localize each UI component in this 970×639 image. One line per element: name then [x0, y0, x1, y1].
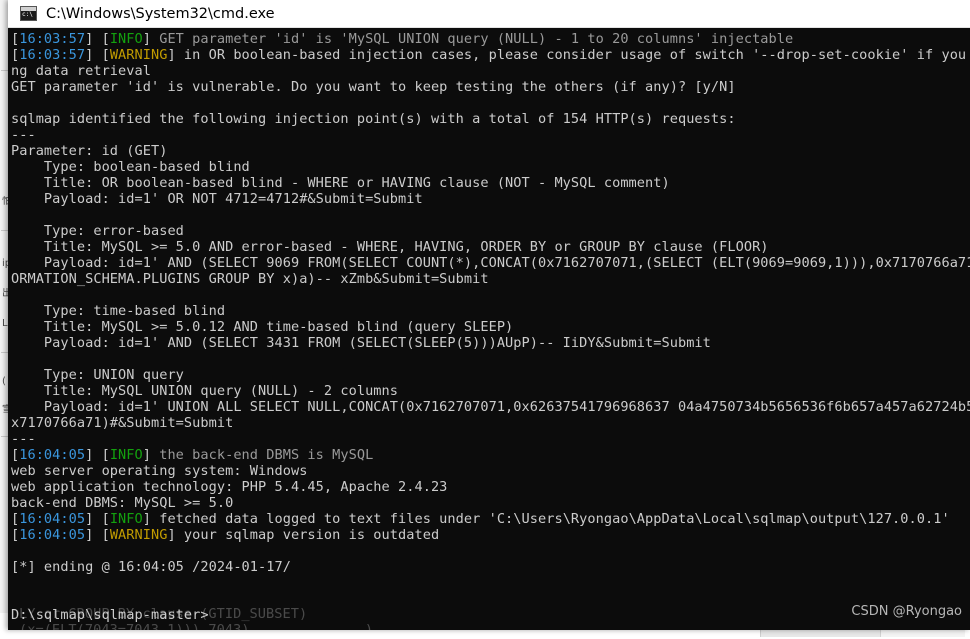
- ghost-line: (x=(ELT(7043=7043,1))),7043),.., . . . .…: [19, 622, 374, 630]
- console-span: x7170766a71)#&Submit=Submit: [11, 415, 234, 431]
- console-line: Type: time-based blind: [11, 303, 970, 319]
- console-line: [16:04:05] [WARNING] your sqlmap version…: [11, 527, 970, 543]
- console-span: 16:03:57: [19, 47, 86, 63]
- console-span: web application technology: PHP 5.4.45, …: [11, 479, 448, 495]
- ghost-line: LY or GROUP BY clause (GTID_SUBSET): [19, 606, 308, 622]
- console-span: INFO: [109, 447, 143, 463]
- console-span: Type: error-based: [11, 223, 184, 239]
- ghost-underlying-text: LY or GROUP BY clause (GTID_SUBSET) (x=(E…: [19, 606, 759, 630]
- console-line: Payload: id=1' AND (SELECT 3431 FROM (SE…: [11, 335, 970, 351]
- console-span: ] [: [85, 511, 110, 527]
- console-span: the back-end DBMS is MySQL: [159, 447, 374, 463]
- console-line: Title: MySQL >= 5.0 AND error-based - WH…: [11, 239, 970, 255]
- command-prompt-window[interactable]: C:\Windows\System32\cmd.exe [16:03:57] […: [8, 0, 970, 630]
- console-span: ] in OR boolean-based injection cases, p…: [167, 47, 970, 63]
- console-line: Payload: id=1' OR NOT 4712=4712#&Submit=…: [11, 191, 970, 207]
- console-span: [: [11, 47, 20, 63]
- title-bar[interactable]: C:\Windows\System32\cmd.exe: [8, 0, 970, 28]
- console-line: ---: [11, 127, 970, 143]
- console-span: ] your sqlmap version is outdated: [167, 527, 440, 543]
- window-title: C:\Windows\System32\cmd.exe: [46, 5, 275, 22]
- console-span: ---: [11, 431, 36, 447]
- console-line: [16:04:05] [INFO] fetched data logged to…: [11, 511, 970, 527]
- console-line: GET parameter 'id' is vulnerable. Do you…: [11, 79, 970, 95]
- console-line: ng data retrieval: [11, 63, 970, 79]
- console-span: Payload: id=1' UNION ALL SELECT NULL,CON…: [11, 399, 970, 415]
- console-span: 16:04:05: [19, 527, 86, 543]
- cmd-icon: [20, 6, 37, 21]
- console-span: sqlmap identified the following injectio…: [11, 111, 736, 127]
- console-span: Parameter: id (GET): [11, 143, 168, 159]
- console-line: Type: error-based: [11, 223, 970, 239]
- console-span: back-end DBMS: MySQL >= 5.0: [11, 495, 234, 511]
- console-line: Payload: id=1' AND (SELECT 9069 FROM(SEL…: [11, 255, 970, 271]
- console-line: x7170766a71)#&Submit=Submit: [11, 415, 970, 431]
- console-span: WARNING: [109, 527, 168, 543]
- console-line: Type: boolean-based blind: [11, 159, 970, 175]
- console-span: [: [11, 527, 20, 543]
- console-line: ---: [11, 431, 970, 447]
- console-span: [*] ending @ 16:04:05 /2024-01-17/: [11, 559, 291, 575]
- console-line: [16:03:57] [WARNING] in OR boolean-based…: [11, 47, 970, 63]
- console-span: [: [11, 31, 20, 47]
- console-span: Payload: id=1' AND (SELECT 9069 FROM(SEL…: [11, 255, 970, 271]
- console-line: Payload: id=1' UNION ALL SELECT NULL,CON…: [11, 399, 970, 415]
- console-span: Payload: id=1' OR NOT 4712=4712#&Submit=…: [11, 191, 423, 207]
- console-span: GET parameter 'id' is 'MySQL UNION query…: [159, 31, 703, 47]
- console-span: Type: time-based blind: [11, 303, 226, 319]
- console-line: Title: MySQL UNION query (NULL) - 2 colu…: [11, 383, 970, 399]
- console-span: [: [11, 447, 20, 463]
- console-span: Title: MySQL UNION query (NULL) - 2 colu…: [11, 383, 399, 399]
- console-span: ] [: [85, 447, 110, 463]
- console-span: Payload: id=1' AND (SELECT 3431 FROM (SE…: [11, 335, 711, 351]
- console-span: [: [11, 511, 20, 527]
- console-span: Title: MySQL >= 5.0 AND error-based - WH…: [11, 239, 769, 255]
- console-line: Title: OR boolean-based blind - WHERE or…: [11, 175, 970, 191]
- console-line: Type: UNION query: [11, 367, 970, 383]
- console-line: web server operating system: Windows: [11, 463, 970, 479]
- console-span: 16:04:05: [19, 511, 86, 527]
- console-span: ] [: [85, 31, 110, 47]
- console-span: ] [: [85, 527, 110, 543]
- console-span: INFO: [109, 511, 143, 527]
- console-span: ORMATION_SCHEMA.PLUGINS GROUP BY x)a)-- …: [11, 271, 489, 287]
- console-span: Title: OR boolean-based blind - WHERE or…: [11, 175, 670, 191]
- console-span: ]: [142, 447, 160, 463]
- console-span: ng data retrieval: [11, 63, 151, 79]
- console-span: Title: MySQL >= 5.0.12 AND time-based bl…: [11, 319, 514, 335]
- console-span: WARNING: [109, 47, 168, 63]
- console-line: sqlmap identified the following injectio…: [11, 111, 970, 127]
- console-span: injectable: [702, 31, 794, 47]
- console-span: 16:04:05: [19, 447, 86, 463]
- console-line: Title: MySQL >= 5.0.12 AND time-based bl…: [11, 319, 970, 335]
- console-span: GET parameter 'id' is vulnerable. Do you…: [11, 79, 736, 95]
- console-line: [16:03:57] [INFO] GET parameter 'id' is …: [11, 31, 970, 47]
- console-line: ORMATION_SCHEMA.PLUGINS GROUP BY x)a)-- …: [11, 271, 970, 287]
- console-span: ---: [11, 127, 36, 143]
- console-span: INFO: [109, 31, 143, 47]
- console-span: fetched data logged to text files under …: [159, 511, 950, 527]
- console-span: ] [: [85, 47, 110, 63]
- watermark-label: CSDN @Ryongao: [851, 604, 962, 619]
- console-span: Type: UNION query: [11, 367, 184, 383]
- console-line: Parameter: id (GET): [11, 143, 970, 159]
- console-span: Type: boolean-based blind: [11, 159, 250, 175]
- console-span: 16:03:57: [19, 31, 86, 47]
- console-span: web server operating system: Windows: [11, 463, 308, 479]
- console-output[interactable]: [16:03:57] [INFO] GET parameter 'id' is …: [8, 28, 970, 630]
- desktop-background: 怕 ip 出 L ( 雪 C:\Windows\System32\cmd.exe…: [0, 0, 970, 639]
- console-span: ]: [142, 31, 160, 47]
- console-line: web application technology: PHP 5.4.45, …: [11, 479, 970, 495]
- console-span: ]: [142, 511, 160, 527]
- console-line: [16:04:05] [INFO] the back-end DBMS is M…: [11, 447, 970, 463]
- console-line: [*] ending @ 16:04:05 /2024-01-17/: [11, 559, 970, 575]
- console-line: back-end DBMS: MySQL >= 5.0: [11, 495, 970, 511]
